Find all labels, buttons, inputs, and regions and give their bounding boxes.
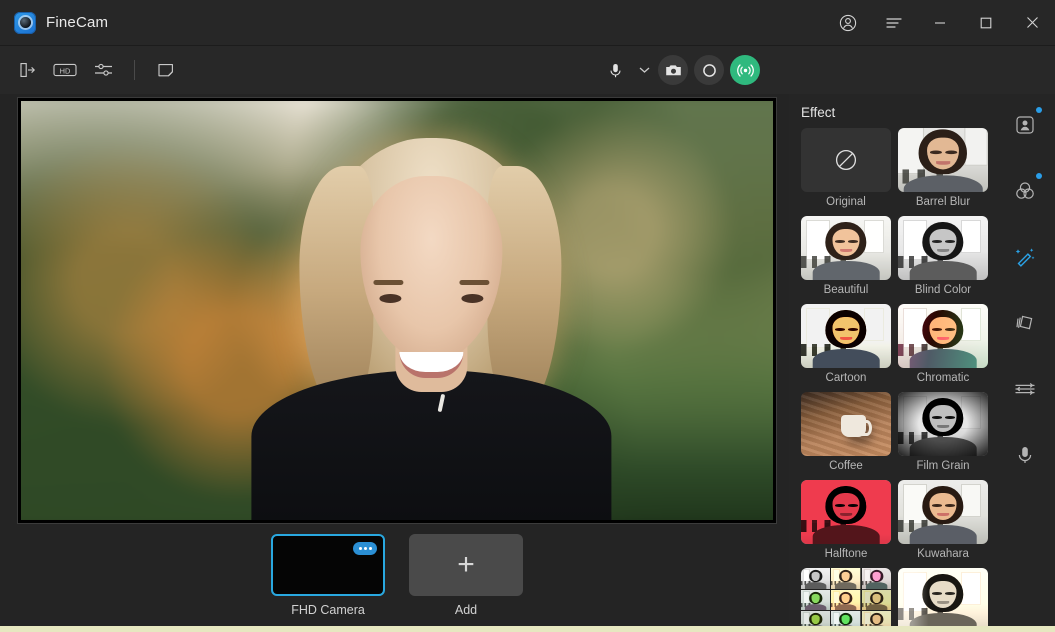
preview-video xyxy=(21,101,773,520)
source-thumbnail[interactable] xyxy=(271,534,385,596)
sidebar-item-adjust[interactable] xyxy=(1004,368,1046,410)
subject-brow-right xyxy=(459,280,490,285)
toolbar-center-group xyxy=(600,46,760,94)
effect-item-film-grain[interactable]: Film Grain xyxy=(898,392,988,472)
sidebar-item-scene[interactable] xyxy=(1004,302,1046,344)
effect-label: Coffee xyxy=(829,460,863,472)
note-sticker-icon[interactable] xyxy=(149,54,183,86)
subject-brow-left xyxy=(373,280,404,285)
effect-label: Barrel Blur xyxy=(915,196,971,208)
chevron-down-icon[interactable] xyxy=(636,66,652,74)
effect-item-blind-color[interactable]: Blind Color xyxy=(898,216,988,296)
notification-dot xyxy=(1036,173,1042,179)
effect-thumbnail[interactable] xyxy=(801,304,891,368)
app-title: FineCam xyxy=(46,14,109,31)
main-toolbar: HD xyxy=(0,46,1055,94)
effect-item-halftone[interactable]: Halftone xyxy=(801,480,891,560)
source-item-camera[interactable]: FHD Camera xyxy=(271,534,385,617)
effect-label: Beautiful xyxy=(823,284,869,296)
toolbar-divider xyxy=(134,60,135,80)
add-source-label: Add xyxy=(454,603,478,617)
effect-label: Blind Color xyxy=(914,284,972,296)
effect-thumbnail[interactable] xyxy=(898,480,988,544)
effect-thumbnail[interactable] xyxy=(898,128,988,192)
sidebar-item-effect[interactable] xyxy=(1004,236,1046,278)
equalizer-icon xyxy=(1015,383,1035,395)
effect-label: Cartoon xyxy=(825,372,867,384)
microphone-icon xyxy=(1018,447,1032,463)
hd-badge-icon[interactable]: HD xyxy=(48,54,82,86)
portrait-frame-icon xyxy=(1016,116,1034,134)
title-bar: FineCam xyxy=(0,0,1055,46)
effect-label: Chromatic xyxy=(916,372,970,384)
effect-thumbnail[interactable] xyxy=(801,392,891,456)
preview-subject xyxy=(216,120,646,520)
effect-label: Original xyxy=(826,196,866,208)
background-app-strip xyxy=(0,626,1055,632)
effect-thumbnail[interactable] xyxy=(898,568,988,632)
effect-item-original[interactable]: Original xyxy=(801,128,891,208)
effect-item-beautiful[interactable]: Beautiful xyxy=(801,216,891,296)
magic-wand-icon xyxy=(1015,248,1035,267)
close-button[interactable] xyxy=(1009,0,1055,46)
account-circle-icon[interactable] xyxy=(825,0,871,46)
effect-item-chromatic[interactable]: Chromatic xyxy=(898,304,988,384)
effect-panel: Effect Original Barrel Blur Beautiful Bl… xyxy=(789,94,995,632)
hamburger-menu-icon[interactable] xyxy=(871,0,917,46)
sidebar-item-portrait[interactable] xyxy=(1004,104,1046,146)
window-controls xyxy=(825,0,1055,46)
app-logo-icon xyxy=(14,11,36,34)
export-door-icon[interactable] xyxy=(10,54,44,86)
effect-item-coffee[interactable]: Coffee xyxy=(801,392,891,472)
effect-thumbnail[interactable] xyxy=(801,568,891,632)
effect-item-old-film[interactable]: Old Film xyxy=(898,568,988,632)
effect-thumbnail[interactable] xyxy=(898,392,988,456)
effect-panel-title: Effect xyxy=(801,105,836,120)
sidebar-item-audio[interactable] xyxy=(1004,434,1046,476)
subject-eye-right xyxy=(461,294,484,303)
source-item-add[interactable]: + Add xyxy=(409,534,523,617)
subject-body xyxy=(251,370,612,520)
source-label: FHD Camera xyxy=(291,603,365,617)
microphone-icon[interactable] xyxy=(600,55,630,85)
camera-preview[interactable] xyxy=(17,97,777,524)
snapshot-button[interactable] xyxy=(658,55,688,85)
more-options-icon[interactable] xyxy=(353,542,377,555)
right-sidebar xyxy=(995,94,1055,632)
record-button[interactable] xyxy=(694,55,724,85)
camera-lens-icon xyxy=(19,17,31,28)
effect-grid: Original Barrel Blur Beautiful Blind Col… xyxy=(789,128,995,632)
sidebar-item-background[interactable] xyxy=(1004,170,1046,212)
add-source-thumbnail[interactable]: + xyxy=(409,534,523,596)
notification-dot xyxy=(1036,107,1042,113)
toolbar-left-group: HD xyxy=(0,54,183,86)
effect-label: Halftone xyxy=(824,548,868,560)
source-dock: FHD Camera + Add xyxy=(17,528,777,632)
effect-item-lattice[interactable]: Lattice xyxy=(801,568,891,632)
go-live-button[interactable] xyxy=(730,55,760,85)
minimize-button[interactable] xyxy=(917,0,963,46)
color-circles-icon xyxy=(1016,182,1034,199)
no-effect-icon xyxy=(835,149,857,171)
effect-item-kuwahara[interactable]: Kuwahara xyxy=(898,480,988,560)
effect-thumbnail[interactable] xyxy=(898,304,988,368)
effect-item-cartoon[interactable]: Cartoon xyxy=(801,304,891,384)
finecam-window: FineCam HD FHD Camera + Add Effect Origi… xyxy=(0,0,1055,632)
sliders-icon[interactable] xyxy=(86,54,120,86)
layers-cards-icon xyxy=(1016,315,1033,330)
effect-thumbnail[interactable] xyxy=(801,480,891,544)
plus-icon: + xyxy=(457,548,475,581)
effect-thumbnail[interactable] xyxy=(898,216,988,280)
effect-item-barrel-blur[interactable]: Barrel Blur xyxy=(898,128,988,208)
effect-thumbnail[interactable] xyxy=(801,216,891,280)
effect-thumbnail[interactable] xyxy=(801,128,891,192)
maximize-button[interactable] xyxy=(963,0,1009,46)
effect-label: Kuwahara xyxy=(917,548,969,560)
svg-text:HD: HD xyxy=(60,66,71,75)
subject-eye-left xyxy=(379,294,402,303)
effect-label: Film Grain xyxy=(916,460,970,472)
